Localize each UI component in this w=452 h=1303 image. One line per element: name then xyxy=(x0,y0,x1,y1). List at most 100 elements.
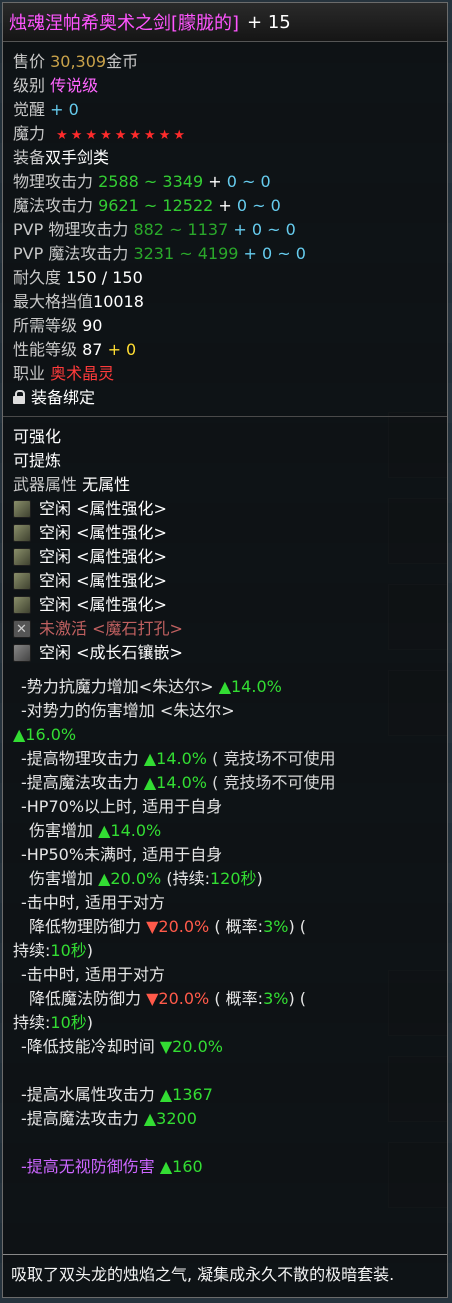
effect-duration: 120秒 xyxy=(209,869,257,888)
socket-state: 空闲 xyxy=(39,547,72,566)
effect-condition: -HP70%以上时, 适用于自身 xyxy=(21,797,223,816)
effect-text: -提高魔法攻击力 xyxy=(21,1109,139,1128)
effect-rate-label: ( 概率: xyxy=(214,917,264,936)
bound-row: 装备绑定 xyxy=(13,386,447,410)
effect-duration: 10秒 xyxy=(50,941,87,960)
socket-state: 空闲 xyxy=(39,571,72,590)
socket-desc: <属性强化> xyxy=(76,571,167,590)
awaken-label: 觉醒 xyxy=(13,100,46,119)
effect-note: ( 竞技场不可使用 xyxy=(212,773,336,792)
pvp-mag-bonus: + 0 ~ 0 xyxy=(243,244,306,263)
magic-label: 魔力 xyxy=(13,124,46,143)
class-label: 职业 xyxy=(13,364,46,383)
effect-paren: ) ( xyxy=(288,989,307,1008)
socket-gem-icon xyxy=(13,524,31,542)
magic-star-icon: ★ xyxy=(144,128,156,143)
effect-line: -提高无视防御伤害 ▲160 xyxy=(13,1155,447,1179)
perf-level-bonus: + 0 xyxy=(107,340,137,359)
socket-slot: 空闲 <属性强化> xyxy=(13,593,447,617)
socket-desc: <属性强化> xyxy=(76,523,167,542)
socket-desc: <属性强化> xyxy=(76,547,167,566)
growth-desc: <成长石镶嵌> xyxy=(76,643,183,662)
phys-attack-bonus-plus: + xyxy=(208,172,222,191)
effect-line: 持续:10秒) xyxy=(13,1011,447,1035)
grade-row: 级别 传说级 xyxy=(13,74,447,98)
mag-attack-label: 魔法攻击力 xyxy=(13,196,94,215)
effect-value: ▲16.0% xyxy=(13,725,77,744)
effect-condition: -击中时, 适用于对方 xyxy=(21,965,165,984)
effect-spacer xyxy=(13,1131,447,1155)
effect-text: 降低魔法防御力 xyxy=(29,989,142,1008)
effect-line: -击中时, 适用于对方 xyxy=(13,963,447,987)
effect-line: -提高魔法攻击力 ▲3200 xyxy=(13,1107,447,1131)
magic-star-icon: ★ xyxy=(114,128,127,143)
socket-slot: 空闲 <属性强化> xyxy=(13,569,447,593)
effect-value: ▼20.0% xyxy=(146,917,210,936)
effect-line: 伤害增加 ▲20.0% (持续:120秒) xyxy=(13,867,447,891)
grade-label: 级别 xyxy=(13,76,46,95)
magic-row: 魔力 ★ ★ ★ ★ ★ ★ ★ ★ ★ xyxy=(13,122,447,146)
effect-line: -降低技能冷却时间 ▼20.0% xyxy=(13,1035,447,1059)
mag-attack-row: 魔法攻击力 9621 ~ 12522 + 0 ~ 0 xyxy=(13,194,447,218)
effect-value: ▲14.0% xyxy=(98,821,162,840)
durability-value: 150 / 150 xyxy=(66,268,143,287)
price-unit: 金币 xyxy=(106,52,139,71)
effect-line: -HP70%以上时, 适用于自身 xyxy=(13,795,447,819)
growth-socket: 空闲 <成长石镶嵌> xyxy=(13,641,447,665)
effect-spacer xyxy=(13,1059,447,1083)
growth-stone-icon xyxy=(13,644,31,662)
phys-attack-label: 物理攻击力 xyxy=(13,172,94,191)
effect-text: -提高无视防御伤害 xyxy=(21,1157,155,1176)
socket-slot: 空闲 <属性强化> xyxy=(13,521,447,545)
grade-value: 传说级 xyxy=(50,76,99,95)
effect-paren: ) xyxy=(86,1013,94,1032)
pvp-mag-row: PVP 魔法攻击力 3231 ~ 4199 + 0 ~ 0 xyxy=(13,242,447,266)
class-row: 职业 奥术晶灵 xyxy=(13,362,447,386)
effect-line: -提高物理攻击力 ▲14.0% ( 竞技场不可使用 xyxy=(13,747,447,771)
effect-line: -提高水属性攻击力 ▲1367 xyxy=(13,1083,447,1107)
refinable-label: 可提炼 xyxy=(13,451,62,470)
effect-value: ▲14.0% xyxy=(218,677,282,696)
block-row: 最大格挡值10018 xyxy=(13,290,447,314)
block-label: 最大格挡值 xyxy=(13,292,94,311)
socket-desc: <属性强化> xyxy=(76,499,167,518)
effect-value: ▲1367 xyxy=(159,1085,213,1104)
perf-level-label: 性能等级 xyxy=(13,340,78,359)
effect-condition: -击中时, 适用于对方 xyxy=(21,893,165,912)
durability-label: 耐久度 xyxy=(13,268,62,287)
effect-duration-label: 持续: xyxy=(13,1013,51,1032)
effect-line: -击中时, 适用于对方 xyxy=(13,891,447,915)
item-description: 吸取了双头龙的烛焰之气, 凝集成永久不散的极暗套装. xyxy=(3,1254,447,1297)
pvp-phys-row: PVP 物理攻击力 882 ~ 1137 + 0 ~ 0 xyxy=(13,218,447,242)
effect-paren: ) xyxy=(86,941,94,960)
effect-value: ▲3200 xyxy=(143,1109,197,1128)
pvp-mag-value: 3231 ~ 4199 xyxy=(133,244,239,263)
effect-line: 伤害增加 ▲14.0% xyxy=(13,819,447,843)
item-name: 烛魂涅帕希奥术之剑[朦胧的] xyxy=(9,13,240,34)
equip-type-row: 装备双手剑类 xyxy=(13,146,447,170)
equip-value: 双手剑类 xyxy=(45,148,110,167)
effect-line: 降低物理防御力 ▼20.0% ( 概率:3%) ( xyxy=(13,915,447,939)
pvp-phys-bonus: + 0 ~ 0 xyxy=(233,220,296,239)
socket-state: 空闲 xyxy=(39,499,72,518)
locked-socket-icon xyxy=(13,618,31,642)
pvp-phys-value: 882 ~ 1137 xyxy=(133,220,229,239)
effect-value: ▲14.0% xyxy=(143,773,208,792)
effect-text: 伤害增加 xyxy=(29,869,94,888)
socket-gem-icon xyxy=(13,572,31,590)
effect-note: ( 竞技场不可使用 xyxy=(212,749,336,768)
inactive-state: 未激活 xyxy=(39,619,88,638)
effect-text: 伤害增加 xyxy=(29,821,94,840)
socket-gem-icon xyxy=(13,500,31,518)
effect-rate: 3% xyxy=(263,989,289,1008)
effect-duration-label: (持续: xyxy=(166,869,210,888)
effect-text: 降低物理防御力 xyxy=(29,917,142,936)
socket-gem-icon xyxy=(13,596,31,614)
pvp-mag-label: PVP 魔法攻击力 xyxy=(13,244,129,263)
socket-slot: 空闲 <属性强化> xyxy=(13,497,447,521)
item-stats: 售价 30,309金币 级别 传说级 觉醒 + 0 魔力 ★ ★ ★ ★ ★ ★ ★ ★ ★ 装… xyxy=(3,42,447,417)
effect-line: -势力抗魔力增加<朱达尔> ▲14.0% xyxy=(13,675,447,699)
socket-desc: <属性强化> xyxy=(76,595,167,614)
price-value: 30,309 xyxy=(50,52,107,71)
magic-star-icon: ★ xyxy=(85,128,98,143)
